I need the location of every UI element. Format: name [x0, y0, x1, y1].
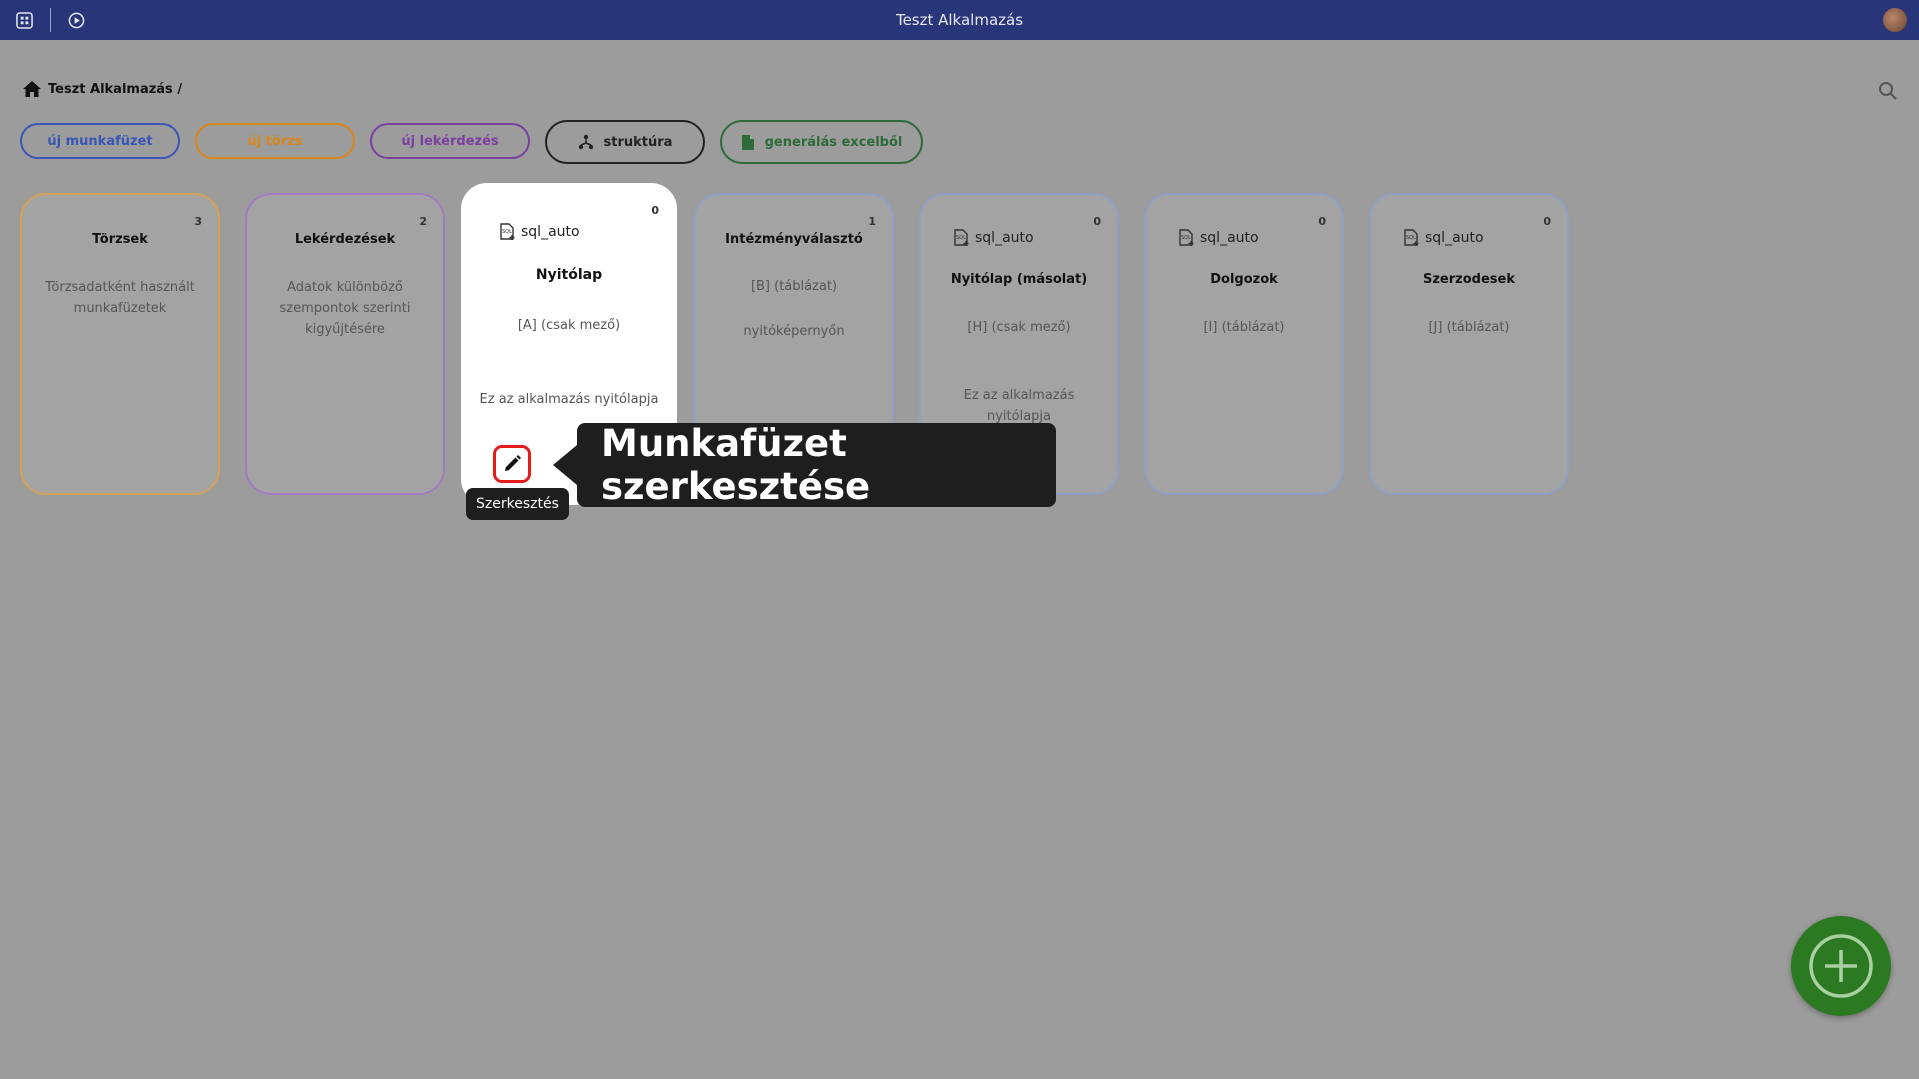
card-title: Törzsek [92, 232, 148, 247]
card-tag: SQL sql_auto [1403, 229, 1484, 247]
sql-file-icon: SQL [1404, 229, 1419, 246]
card-count: 0 [1318, 215, 1326, 228]
callout-tooltip: Munkafüzet szerkesztése [577, 422, 1056, 508]
app-title: Teszt Alkalmazás [895, 11, 1024, 29]
card-tag-label: sql_auto [1200, 230, 1259, 246]
sql-file-icon: SQL [954, 229, 969, 246]
workbook-card-torzsek[interactable]: 3 Törzsek Törzsadatként használt munkafü… [20, 193, 220, 495]
card-count: 0 [1093, 215, 1101, 228]
search-icon[interactable] [1878, 81, 1898, 101]
card-count: 3 [194, 215, 202, 228]
structure-label: struktúra [603, 134, 673, 150]
card-field: [H] (csak mező) [967, 320, 1071, 335]
card-title: Intézményválasztó [725, 232, 863, 247]
card-title: Lekérdezések [294, 232, 396, 247]
add-button[interactable] [1791, 916, 1891, 1016]
top-bar: Teszt Alkalmazás [0, 0, 1919, 40]
card-description: Adatok különböző szempontok szerinti kig… [279, 280, 411, 337]
card-count: 2 [419, 215, 427, 228]
card-count: 1 [868, 215, 876, 228]
card-field: [J] (táblázat) [1428, 320, 1510, 335]
new-query-button[interactable]: új lekérdezés [370, 123, 530, 159]
svg-text:SQL: SQL [502, 229, 512, 235]
card-tag: SQL sql_auto [953, 229, 1034, 247]
card-count: 0 [651, 204, 659, 217]
svg-text:SQL: SQL [1181, 235, 1191, 241]
edit-button[interactable] [493, 445, 531, 483]
card-tag: SQL sql_auto [499, 223, 580, 241]
hierarchy-icon [578, 134, 593, 150]
generate-excel-button[interactable]: generálás excelből [720, 120, 923, 164]
workbook-card-szerzodesek[interactable]: 0 SQL sql_auto Szerzodesek [J] (táblázat… [1369, 193, 1569, 495]
generate-excel-label: generálás excelből [764, 134, 903, 150]
card-description: Ez az alkalmazás nyitólapja [963, 388, 1075, 424]
card-title: Nyitólap [535, 267, 603, 283]
new-query-label: új lekérdezés [401, 133, 499, 149]
workbook-card-lekerdezesek[interactable]: 2 Lekérdezések Adatok különböző szempont… [245, 193, 445, 495]
svg-text:SQL: SQL [1406, 235, 1416, 241]
card-tag-label: sql_auto [975, 230, 1034, 246]
card-description: nyitóképernyőn [743, 324, 845, 339]
new-master-label: új törzs [247, 133, 303, 149]
card-tag-label: sql_auto [1425, 230, 1484, 246]
home-icon[interactable] [22, 80, 42, 98]
pencil-icon [505, 455, 521, 471]
workbook-card-dolgozok[interactable]: 0 SQL sql_auto Dolgozok [I] (táblázat) [1144, 193, 1344, 495]
card-title: Dolgozok [1210, 272, 1278, 287]
breadcrumb: Teszt Alkalmazás / [22, 80, 182, 98]
card-field: [I] (táblázat) [1203, 320, 1285, 335]
card-field: [B] (táblázat) [750, 279, 838, 294]
card-description: Törzsadatként használt munkafüzetek [45, 280, 195, 316]
breadcrumb-label[interactable]: Teszt Alkalmazás / [48, 82, 182, 97]
new-workbook-button[interactable]: új munkafüzet [20, 123, 180, 159]
avatar[interactable] [1883, 8, 1907, 32]
new-workbook-label: új munkafüzet [47, 133, 153, 149]
card-count: 0 [1543, 215, 1551, 228]
card-description: Ez az alkalmazás nyitólapja [479, 392, 659, 407]
document-icon [741, 134, 754, 150]
card-field: [A] (csak mező) [517, 318, 621, 333]
sql-file-icon: SQL [500, 223, 515, 240]
card-title: Szerzodesek [1423, 272, 1515, 287]
edit-tooltip: Szerkesztés [466, 488, 569, 520]
svg-text:SQL: SQL [956, 235, 966, 241]
card-tag: SQL sql_auto [1178, 229, 1259, 247]
callout-arrow [553, 445, 577, 485]
card-tag-label: sql_auto [521, 224, 580, 240]
new-master-button[interactable]: új törzs [195, 123, 355, 159]
structure-button[interactable]: struktúra [545, 120, 705, 164]
sql-file-icon: SQL [1179, 229, 1194, 246]
plus-circle-icon [1809, 934, 1873, 998]
card-title: Nyitólap (másolat) [950, 272, 1088, 287]
